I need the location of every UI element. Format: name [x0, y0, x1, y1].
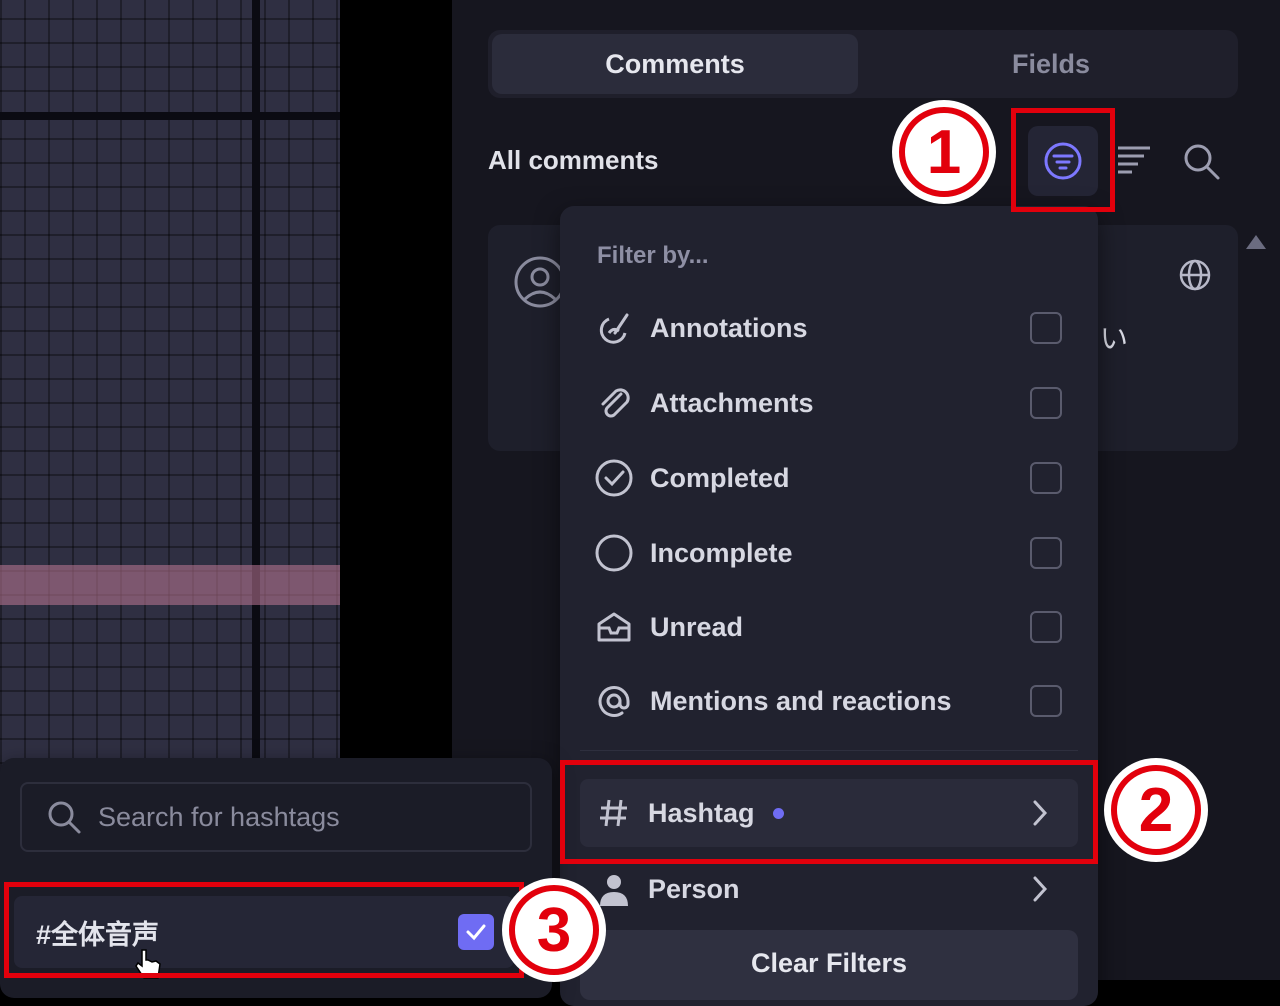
filter-checkbox[interactable]: [1030, 537, 1062, 569]
filter-item-person[interactable]: Person: [580, 858, 1078, 920]
comments-title: All comments: [488, 145, 659, 175]
filter-item-mentions[interactable]: Mentions and reactions: [590, 671, 1070, 731]
sort-button[interactable]: [1112, 140, 1156, 184]
step-number: 1: [899, 107, 989, 197]
filter-label: Person: [648, 873, 740, 904]
filter-checkbox[interactable]: [1030, 685, 1062, 717]
step-badge-2: 2: [1104, 758, 1208, 862]
tab-fields[interactable]: Fields: [868, 34, 1234, 94]
filter-label: Mentions and reactions: [650, 685, 952, 716]
chevron-right-icon: [1033, 876, 1048, 902]
circle-icon: [590, 529, 638, 577]
filter-item-completed[interactable]: Completed: [590, 448, 1070, 508]
search-placeholder: Search for hashtags: [98, 801, 340, 832]
highlight-box-filter: [1011, 108, 1115, 212]
search-button[interactable]: [1178, 138, 1226, 186]
tab-comments[interactable]: Comments: [492, 34, 858, 94]
filter-label: Incomplete: [650, 537, 793, 568]
person-icon: [594, 872, 634, 906]
filter-label: Unread: [650, 611, 744, 642]
filter-checkbox[interactable]: [1030, 312, 1062, 344]
filter-item-attachments[interactable]: Attachments: [590, 373, 1070, 433]
filter-checkbox[interactable]: [1030, 611, 1062, 643]
scroll-up-arrow[interactable]: [1246, 235, 1266, 249]
avatar-icon: [514, 256, 566, 308]
highlight-box-hashtag: [560, 760, 1098, 864]
filter-checkbox[interactable]: [1030, 462, 1062, 494]
window-frame: [0, 112, 340, 120]
sort-icon: [1118, 146, 1150, 174]
step-number: 2: [1111, 765, 1201, 855]
highlight-box-hashtag-option: [4, 882, 524, 978]
check-circle-icon: [590, 454, 638, 502]
step-badge-3: 3: [502, 878, 606, 982]
filter-label: Attachments: [650, 387, 814, 418]
filter-item-incomplete[interactable]: Incomplete: [590, 523, 1070, 583]
filter-label: Annotations: [650, 312, 808, 343]
search-icon: [1184, 144, 1220, 180]
search-icon: [44, 797, 84, 837]
paperclip-icon: [590, 379, 638, 427]
panel-tabs: Comments Fields: [488, 30, 1238, 98]
filter-item-unread[interactable]: Unread: [590, 597, 1070, 657]
inbox-icon: [590, 603, 638, 651]
filter-item-annotations[interactable]: Annotations: [590, 298, 1070, 358]
step-number: 3: [509, 885, 599, 975]
annotation-icon: [590, 304, 638, 352]
at-icon: [590, 677, 638, 725]
clear-filters-button[interactable]: Clear Filters: [580, 930, 1078, 1000]
filter-header: Filter by...: [597, 242, 709, 269]
step-badge-1: 1: [892, 100, 996, 204]
filter-label: Completed: [650, 462, 790, 493]
light-band: [0, 565, 340, 605]
globe-icon[interactable]: [1178, 258, 1212, 292]
menu-divider: [580, 750, 1078, 751]
comment-text: い: [1100, 323, 1129, 354]
filter-checkbox[interactable]: [1030, 387, 1062, 419]
hashtag-search-input[interactable]: Search for hashtags: [20, 782, 532, 852]
